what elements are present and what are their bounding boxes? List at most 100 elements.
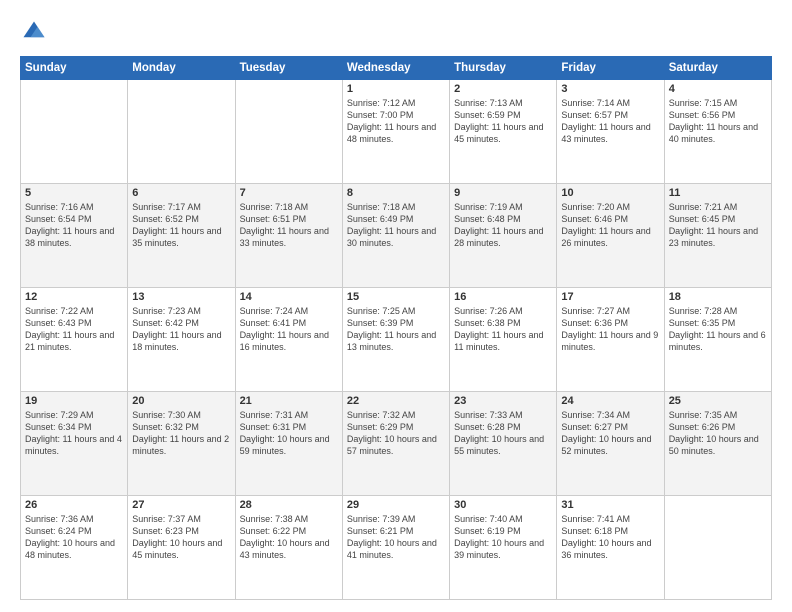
day-info: Sunrise: 7:34 AM Sunset: 6:27 PM Dayligh…: [561, 409, 659, 458]
day-info: Sunrise: 7:13 AM Sunset: 6:59 PM Dayligh…: [454, 97, 552, 146]
day-info: Sunrise: 7:26 AM Sunset: 6:38 PM Dayligh…: [454, 305, 552, 354]
day-info: Sunrise: 7:36 AM Sunset: 6:24 PM Dayligh…: [25, 513, 123, 562]
day-number: 28: [240, 499, 338, 511]
day-number: 22: [347, 395, 445, 407]
day-cell: 8 Sunrise: 7:18 AM Sunset: 6:49 PM Daylig…: [342, 184, 449, 288]
day-info: Sunrise: 7:28 AM Sunset: 6:35 PM Dayligh…: [669, 305, 767, 354]
day-info: Sunrise: 7:17 AM Sunset: 6:52 PM Dayligh…: [132, 201, 230, 250]
day-number: 31: [561, 499, 659, 511]
day-number: 23: [454, 395, 552, 407]
day-number: 5: [25, 187, 123, 199]
day-number: 30: [454, 499, 552, 511]
day-number: 26: [25, 499, 123, 511]
day-number: 29: [347, 499, 445, 511]
day-cell: 26 Sunrise: 7:36 AM Sunset: 6:24 PM Dayli…: [21, 496, 128, 600]
col-header-saturday: Saturday: [664, 57, 771, 80]
day-number: 3: [561, 83, 659, 95]
header-row: SundayMondayTuesdayWednesdayThursdayFrid…: [21, 57, 772, 80]
day-info: Sunrise: 7:25 AM Sunset: 6:39 PM Dayligh…: [347, 305, 445, 354]
day-cell: 6Sunrise: 7:17 AM Sunset: 6:52 PM Daylig…: [128, 184, 235, 288]
day-number: 18: [669, 291, 767, 303]
day-info: Sunrise: 7:33 AM Sunset: 6:28 PM Dayligh…: [454, 409, 552, 458]
day-info: Sunrise: 7:38 AM Sunset: 6:22 PM Dayligh…: [240, 513, 338, 562]
day-info: Sunrise: 7:41 AM Sunset: 6:18 PM Dayligh…: [561, 513, 659, 562]
day-info: Sunrise: 7:16 AM Sunset: 6:54 PM Dayligh…: [25, 201, 123, 250]
day-cell: [235, 80, 342, 184]
day-number: 4: [669, 83, 767, 95]
day-info: Sunrise: 7:21 AM Sunset: 6:45 PM Dayligh…: [669, 201, 767, 250]
day-cell: 5 Sunrise: 7:16 AM Sunset: 6:54 PM Daylig…: [21, 184, 128, 288]
day-info: Sunrise: 7:40 AM Sunset: 6:19 PM Dayligh…: [454, 513, 552, 562]
day-cell: 3Sunrise: 7:14 AM Sunset: 6:57 PM Daylig…: [557, 80, 664, 184]
day-info: Sunrise: 7:18 AM Sunset: 6:51 PM Dayligh…: [240, 201, 338, 250]
day-cell: 10 Sunrise: 7:20 AM Sunset: 6:46 PM Dayli…: [557, 184, 664, 288]
day-info: Sunrise: 7:31 AM Sunset: 6:31 PM Dayligh…: [240, 409, 338, 458]
day-number: 25: [669, 395, 767, 407]
col-header-monday: Monday: [128, 57, 235, 80]
day-cell: 23 Sunrise: 7:33 AM Sunset: 6:28 PM Dayli…: [450, 392, 557, 496]
day-cell: [21, 80, 128, 184]
week-row-3: 12Sunrise: 7:22 AM Sunset: 6:43 PM Dayli…: [21, 288, 772, 392]
day-cell: 1Sunrise: 7:12 AM Sunset: 7:00 PM Daylig…: [342, 80, 449, 184]
day-number: 16: [454, 291, 552, 303]
day-cell: 24 Sunrise: 7:34 AM Sunset: 6:27 PM Dayli…: [557, 392, 664, 496]
day-info: Sunrise: 7:23 AM Sunset: 6:42 PM Dayligh…: [132, 305, 230, 354]
day-cell: 19 Sunrise: 7:29 AM Sunset: 6:34 PM Dayli…: [21, 392, 128, 496]
calendar-body: 1Sunrise: 7:12 AM Sunset: 7:00 PM Daylig…: [21, 80, 772, 600]
day-number: 10: [561, 187, 659, 199]
day-number: 7: [240, 187, 338, 199]
day-info: Sunrise: 7:32 AM Sunset: 6:29 PM Dayligh…: [347, 409, 445, 458]
day-cell: 2 Sunrise: 7:13 AM Sunset: 6:59 PM Daylig…: [450, 80, 557, 184]
day-number: 11: [669, 187, 767, 199]
day-number: 8: [347, 187, 445, 199]
day-cell: 13 Sunrise: 7:23 AM Sunset: 6:42 PM Dayli…: [128, 288, 235, 392]
day-number: 21: [240, 395, 338, 407]
day-info: Sunrise: 7:22 AM Sunset: 6:43 PM Dayligh…: [25, 305, 123, 354]
day-info: Sunrise: 7:39 AM Sunset: 6:21 PM Dayligh…: [347, 513, 445, 562]
day-info: Sunrise: 7:15 AM Sunset: 6:56 PM Dayligh…: [669, 97, 767, 146]
day-info: Sunrise: 7:35 AM Sunset: 6:26 PM Dayligh…: [669, 409, 767, 458]
day-cell: 22 Sunrise: 7:32 AM Sunset: 6:29 PM Dayli…: [342, 392, 449, 496]
day-number: 14: [240, 291, 338, 303]
page: SundayMondayTuesdayWednesdayThursdayFrid…: [0, 0, 792, 612]
day-cell: 30 Sunrise: 7:40 AM Sunset: 6:19 PM Dayli…: [450, 496, 557, 600]
day-cell: 31 Sunrise: 7:41 AM Sunset: 6:18 PM Dayli…: [557, 496, 664, 600]
col-header-thursday: Thursday: [450, 57, 557, 80]
week-row-1: 1Sunrise: 7:12 AM Sunset: 7:00 PM Daylig…: [21, 80, 772, 184]
day-number: 27: [132, 499, 230, 511]
col-header-friday: Friday: [557, 57, 664, 80]
day-cell: 28 Sunrise: 7:38 AM Sunset: 6:22 PM Dayli…: [235, 496, 342, 600]
day-cell: 20Sunrise: 7:30 AM Sunset: 6:32 PM Dayli…: [128, 392, 235, 496]
day-number: 17: [561, 291, 659, 303]
day-number: 9: [454, 187, 552, 199]
week-row-5: 26 Sunrise: 7:36 AM Sunset: 6:24 PM Dayli…: [21, 496, 772, 600]
day-number: 15: [347, 291, 445, 303]
day-cell: 7 Sunrise: 7:18 AM Sunset: 6:51 PM Daylig…: [235, 184, 342, 288]
logo: [20, 18, 52, 46]
calendar-table: SundayMondayTuesdayWednesdayThursdayFrid…: [20, 56, 772, 600]
day-cell: 17 Sunrise: 7:27 AM Sunset: 6:36 PM Dayli…: [557, 288, 664, 392]
day-cell: 18 Sunrise: 7:28 AM Sunset: 6:35 PM Dayli…: [664, 288, 771, 392]
day-info: Sunrise: 7:24 AM Sunset: 6:41 PM Dayligh…: [240, 305, 338, 354]
day-cell: 11 Sunrise: 7:21 AM Sunset: 6:45 PM Dayli…: [664, 184, 771, 288]
day-info: Sunrise: 7:20 AM Sunset: 6:46 PM Dayligh…: [561, 201, 659, 250]
logo-icon: [20, 18, 48, 46]
day-info: Sunrise: 7:29 AM Sunset: 6:34 PM Dayligh…: [25, 409, 123, 458]
day-number: 20: [132, 395, 230, 407]
day-cell: 25 Sunrise: 7:35 AM Sunset: 6:26 PM Dayli…: [664, 392, 771, 496]
day-info: Sunrise: 7:19 AM Sunset: 6:48 PM Dayligh…: [454, 201, 552, 250]
day-number: 2: [454, 83, 552, 95]
day-info: Sunrise: 7:27 AM Sunset: 6:36 PM Dayligh…: [561, 305, 659, 354]
day-cell: 27Sunrise: 7:37 AM Sunset: 6:23 PM Dayli…: [128, 496, 235, 600]
day-number: 1: [347, 83, 445, 95]
col-header-wednesday: Wednesday: [342, 57, 449, 80]
week-row-2: 5 Sunrise: 7:16 AM Sunset: 6:54 PM Daylig…: [21, 184, 772, 288]
day-number: 19: [25, 395, 123, 407]
day-cell: 29 Sunrise: 7:39 AM Sunset: 6:21 PM Dayli…: [342, 496, 449, 600]
day-number: 24: [561, 395, 659, 407]
day-cell: [664, 496, 771, 600]
day-cell: 9 Sunrise: 7:19 AM Sunset: 6:48 PM Daylig…: [450, 184, 557, 288]
calendar-header: SundayMondayTuesdayWednesdayThursdayFrid…: [21, 57, 772, 80]
day-info: Sunrise: 7:18 AM Sunset: 6:49 PM Dayligh…: [347, 201, 445, 250]
day-number: 13: [132, 291, 230, 303]
